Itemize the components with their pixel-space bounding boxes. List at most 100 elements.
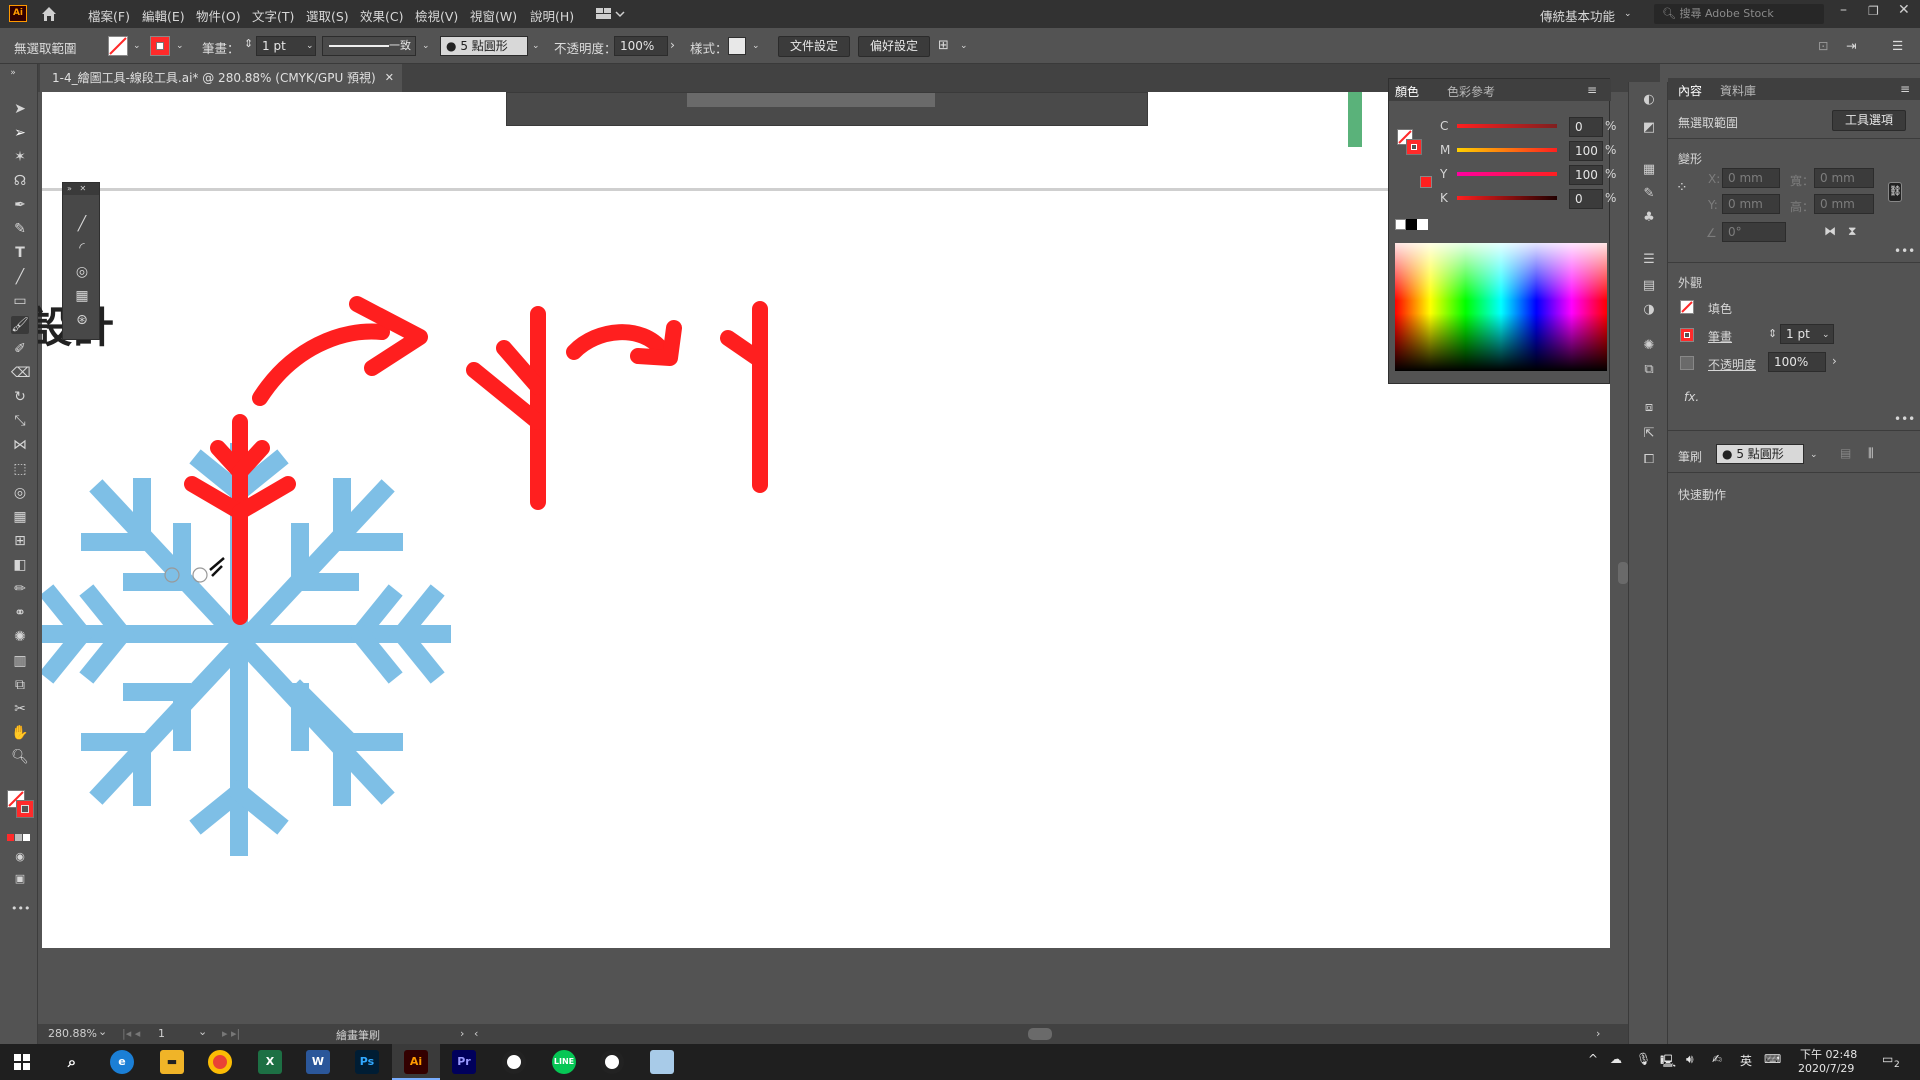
transparency-icon[interactable]: ◑ bbox=[1640, 302, 1658, 318]
fill-stroke-swatches[interactable] bbox=[7, 790, 35, 820]
libraries-tab[interactable]: 資料庫 bbox=[1720, 82, 1756, 99]
chrome-icon[interactable] bbox=[208, 1050, 232, 1074]
artboards-icon[interactable]: ⧠ bbox=[1640, 452, 1658, 468]
artboard-nav-prev-icon[interactable]: |◂ ◂ bbox=[122, 1027, 140, 1040]
lasso-tool-icon[interactable]: ☊ bbox=[11, 172, 29, 190]
symbol-sprayer-tool-icon[interactable]: ✺ bbox=[11, 628, 29, 646]
screen-recorder-icon[interactable] bbox=[600, 1050, 624, 1074]
symbols-icon[interactable]: ♣ bbox=[1640, 210, 1658, 226]
export-icon[interactable]: ⇱ bbox=[1640, 426, 1658, 442]
menu-help[interactable]: 說明(H) bbox=[530, 6, 574, 25]
line-app-icon[interactable]: LINE bbox=[552, 1050, 576, 1074]
notification-icon[interactable]: ▭ bbox=[1882, 1052, 1893, 1066]
channel-m-slider[interactable] bbox=[1457, 148, 1557, 152]
collapse-toolbar-icon[interactable]: » bbox=[4, 64, 22, 82]
close-tab-icon[interactable]: ✕ bbox=[385, 64, 394, 92]
arrange-documents-icon[interactable] bbox=[596, 7, 625, 21]
rectangular-grid-tool-icon[interactable]: ▦ bbox=[73, 287, 91, 305]
screen-mode-icon[interactable]: ▣ bbox=[11, 870, 29, 888]
chevron-down-icon[interactable]: ⌄ bbox=[1822, 330, 1830, 340]
notepad-icon[interactable] bbox=[650, 1050, 674, 1074]
home-icon[interactable] bbox=[40, 5, 58, 23]
hand-tool-icon[interactable]: ✋ bbox=[11, 724, 29, 742]
menu-object[interactable]: 物件(O) bbox=[196, 6, 241, 25]
premiere-icon[interactable]: Pr bbox=[452, 1050, 476, 1074]
perspective-grid-tool-icon[interactable]: ▦ bbox=[11, 508, 29, 526]
panel-menu-icon[interactable]: ☰ bbox=[1892, 38, 1903, 53]
color-spectrum[interactable] bbox=[1395, 243, 1607, 371]
minimize-button[interactable]: – bbox=[1840, 2, 1847, 18]
menu-window[interactable]: 視窗(W) bbox=[470, 6, 517, 25]
excel-icon[interactable]: X bbox=[258, 1050, 282, 1074]
curvature-tool-icon[interactable]: ✎ bbox=[11, 220, 29, 238]
appearance-fill-swatch[interactable] bbox=[1680, 300, 1694, 314]
rectangle-tool-icon[interactable]: ▭ bbox=[11, 292, 29, 310]
graphic-style-swatch[interactable] bbox=[728, 37, 746, 55]
chevron-down-icon[interactable]: ⌄ bbox=[176, 41, 184, 51]
mesh-tool-icon[interactable]: ⊞ bbox=[11, 532, 29, 550]
pen-tool-icon[interactable]: ✒ bbox=[11, 196, 29, 214]
chevron-right-icon[interactable]: › bbox=[460, 1027, 464, 1040]
menu-file[interactable]: 檔案(F) bbox=[88, 6, 130, 25]
clock-date[interactable]: 2020/7/29 bbox=[1798, 1062, 1854, 1075]
graphic-styles-icon[interactable]: ⧉ bbox=[1640, 362, 1658, 378]
paintbrush-tool-icon[interactable]: 🖌︎ bbox=[11, 316, 29, 334]
column-graph-tool-icon[interactable]: ▥ bbox=[11, 652, 29, 670]
vertical-scrollbar[interactable] bbox=[1618, 562, 1628, 584]
chevron-right-icon[interactable]: › bbox=[670, 37, 675, 52]
rotate-angle-field[interactable]: 0° bbox=[1722, 222, 1786, 242]
polar-grid-tool-icon[interactable]: ⊛ bbox=[73, 311, 91, 329]
chevron-right-icon[interactable]: › bbox=[1596, 1027, 1600, 1040]
chevron-right-icon[interactable]: › bbox=[1832, 354, 1837, 368]
fill-label[interactable]: 填色 bbox=[1708, 300, 1732, 317]
blend-tool-icon[interactable]: ⚭ bbox=[11, 604, 29, 622]
keyboard-icon[interactable]: ⌨ bbox=[1764, 1052, 1781, 1066]
stepper-icon[interactable]: ⇕ bbox=[244, 37, 253, 50]
color-guide-tab[interactable]: 色彩參考 bbox=[1447, 83, 1495, 100]
clock-time[interactable]: 下午 02:48 bbox=[1800, 1046, 1857, 1062]
width-tool-icon[interactable]: ⋈ bbox=[11, 436, 29, 454]
brushes-icon[interactable]: ✎ bbox=[1640, 186, 1658, 202]
stroke-swatch-red[interactable] bbox=[150, 36, 170, 56]
spiral-tool-icon[interactable]: ◎ bbox=[73, 263, 91, 281]
color-tab[interactable]: 顏色 bbox=[1395, 83, 1419, 100]
chevron-down-icon[interactable]: ⌄ bbox=[133, 41, 141, 51]
ime-indicator[interactable]: 英 bbox=[1740, 1052, 1752, 1069]
flyout-header[interactable]: » ✕ bbox=[63, 183, 99, 195]
word-icon[interactable]: W bbox=[306, 1050, 330, 1074]
channel-y-slider[interactable] bbox=[1457, 172, 1557, 176]
volume-icon[interactable]: 🔊︎ bbox=[1686, 1052, 1694, 1067]
channel-y-field[interactable]: 100 bbox=[1569, 165, 1603, 185]
fx-button[interactable]: fx. bbox=[1684, 390, 1699, 404]
horizontal-scrollbar[interactable] bbox=[1028, 1028, 1052, 1040]
more-options-icon[interactable]: ••• bbox=[1894, 244, 1915, 258]
reference-point-icon[interactable]: ⁘ bbox=[1676, 180, 1688, 196]
chevron-down-icon[interactable]: ⌄ bbox=[98, 1025, 107, 1038]
magic-wand-tool-icon[interactable]: ✶ bbox=[11, 148, 29, 166]
opacity-field[interactable]: 100% bbox=[1768, 352, 1826, 372]
network-icon[interactable]: 🖳 bbox=[1660, 1052, 1676, 1073]
brush-library-icon[interactable]: ⫼ bbox=[1868, 446, 1874, 461]
document-setup-button[interactable]: 文件設定 bbox=[778, 36, 850, 57]
search-icon[interactable]: ⌕ bbox=[60, 1050, 84, 1074]
illustrator-icon[interactable]: Ai bbox=[404, 1050, 428, 1074]
channel-k-field[interactable]: 0 bbox=[1569, 189, 1603, 209]
artboard[interactable]: 設計 bbox=[38, 92, 1610, 948]
rotate-tool-icon[interactable]: ↻ bbox=[11, 388, 29, 406]
slice-tool-icon[interactable]: ✂ bbox=[11, 700, 29, 718]
selection-tool-icon[interactable]: ➤ bbox=[11, 100, 29, 118]
gradient-tool-icon[interactable]: ◧ bbox=[11, 556, 29, 574]
chevron-down-icon[interactable]: ⌄ bbox=[960, 41, 968, 51]
brush-options-icon[interactable]: ▤ bbox=[1840, 446, 1851, 460]
shaper-tool-icon[interactable]: ✐ bbox=[11, 340, 29, 358]
close-button[interactable]: ✕ bbox=[1898, 2, 1910, 18]
onedrive-icon[interactable]: ☁ bbox=[1610, 1052, 1622, 1066]
brush-definition-select[interactable]: ● 5 點圓形 bbox=[440, 36, 528, 56]
menu-view[interactable]: 檢視(V) bbox=[415, 6, 458, 25]
stroke-label[interactable]: 筆畫 bbox=[1708, 328, 1732, 345]
more-tools-icon[interactable]: ••• bbox=[11, 900, 30, 918]
layers-icon[interactable]: ⧈ bbox=[1640, 400, 1658, 416]
panel-menu-icon[interactable]: ≡ bbox=[1900, 82, 1910, 96]
opacity-label[interactable]: 不透明度 bbox=[1708, 356, 1756, 373]
properties-tab[interactable]: 內容 bbox=[1678, 82, 1702, 99]
